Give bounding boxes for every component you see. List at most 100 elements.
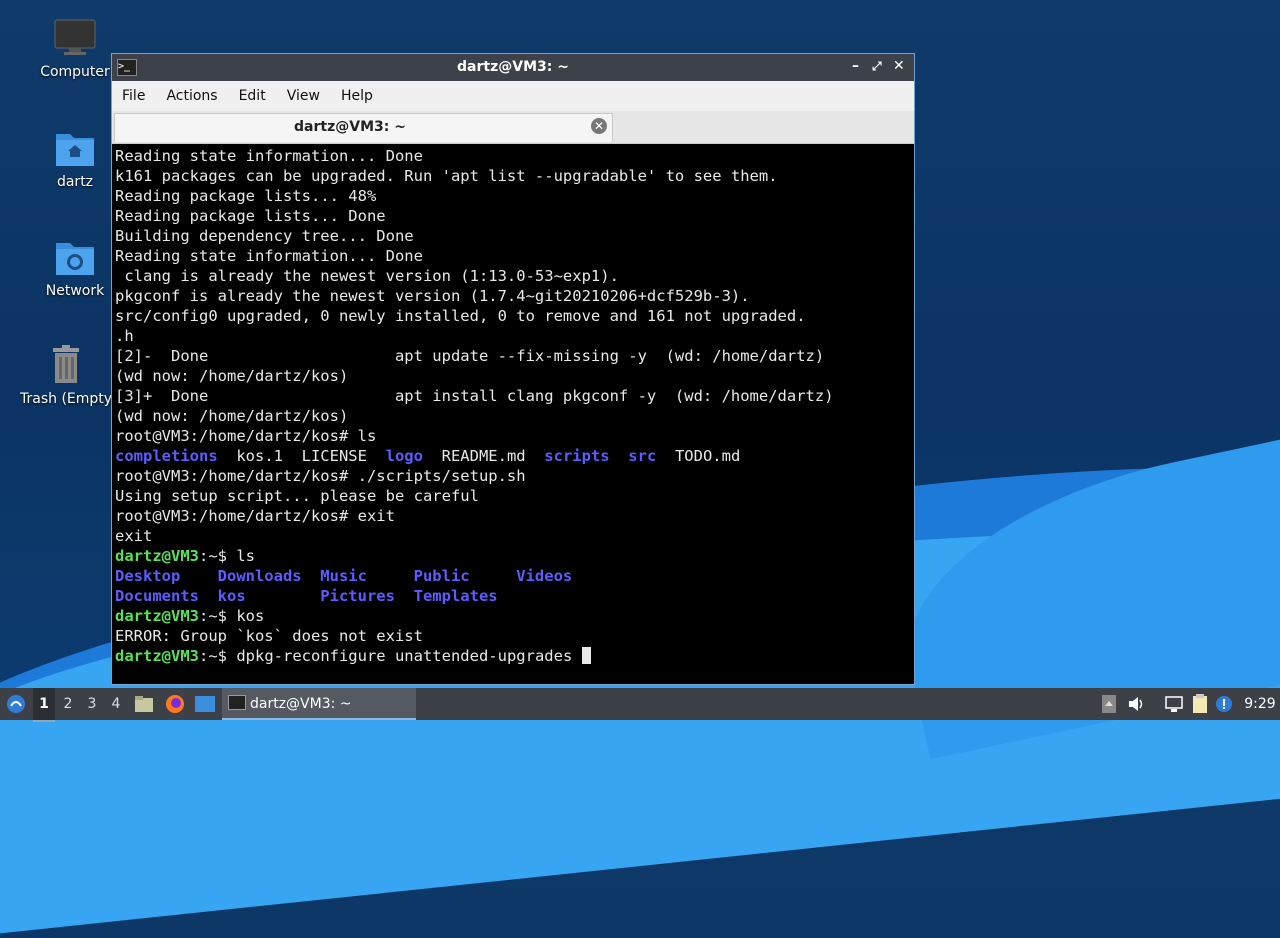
terminal-text: clang is already the newest version (1:1… (115, 267, 619, 285)
terminal-line: completions kos.1 LICENSE logo README.md… (115, 446, 914, 466)
terminal-line: dartz@VM3:~$ dpkg-reconfigure unattended… (115, 646, 914, 666)
desktop-icon-home[interactable]: dartz (25, 128, 125, 190)
text-cursor (581, 647, 591, 664)
error-message: ERROR: Group `kos` does not exist (115, 627, 423, 645)
desktop-icon-network[interactable]: Network (25, 237, 125, 299)
menu-bar: File Actions Edit View Help (112, 81, 914, 111)
desktop-icon-label: dartz (56, 174, 94, 190)
workspace-2[interactable]: 2 (57, 688, 79, 720)
close-button[interactable]: ✕ (893, 58, 905, 74)
menu-actions[interactable]: Actions (166, 88, 217, 104)
terminal-text: (wd now: /home/dartz/kos) (115, 367, 349, 385)
prompt-path: :~$ (199, 607, 237, 625)
desktop-icon-computer[interactable]: Computer (25, 18, 125, 80)
command-text: ls (236, 547, 255, 565)
terminal-text: root@VM3:/home/dartz/kos# ls (115, 427, 377, 445)
file-entry (610, 447, 629, 465)
maximize-button[interactable]: ⤢ (872, 59, 882, 74)
directory-listing: Documents kos Pictures Templates (115, 587, 498, 605)
file-manager-icon[interactable] (134, 688, 154, 720)
clock[interactable]: 9:29 (1240, 688, 1280, 720)
minimize-button[interactable]: – (852, 58, 859, 74)
terminal-text: [2]- Done apt update --fix-missing -y (w… (115, 347, 825, 365)
directory-entry: completions (115, 447, 218, 465)
app-menu-icon[interactable] (4, 688, 28, 720)
network-icon[interactable] (1164, 694, 1184, 714)
network-folder-icon (54, 237, 96, 277)
terminal-text: Reading package lists... Done (115, 207, 386, 225)
file-entry: TODO.md (656, 447, 741, 465)
terminal-line: Building dependency tree... Done (115, 226, 914, 246)
terminal-text: pkgconf is already the newest version (1… (115, 287, 750, 305)
terminal-line: Reading package lists... 48% (115, 186, 914, 206)
terminal-line: dartz@VM3:~$ kos (115, 606, 914, 626)
terminal-line: dartz@VM3:~$ ls (115, 546, 914, 566)
terminal-text: .h (115, 327, 134, 345)
desktop-icon-label: Network (45, 283, 105, 299)
terminal-task-icon (228, 695, 246, 710)
terminal-text: (wd now: /home/dartz/kos) (115, 407, 349, 425)
home-folder-icon (54, 128, 96, 168)
terminal-text: exit (115, 527, 153, 545)
trash-icon (45, 345, 87, 385)
terminal-line: Reading state information... Done (115, 146, 914, 166)
terminal-text: Reading state information... Done (115, 247, 423, 265)
taskbar: 1 2 3 4 dartz@VM3: ~ 9:29 (0, 688, 1280, 722)
menu-view[interactable]: View (287, 88, 320, 104)
prompt-path: :~$ (199, 647, 237, 665)
file-entry: kos.1 LICENSE (217, 447, 386, 465)
tab-bar: dartz@VM3: ~ ✕ (112, 111, 914, 144)
desktop-icon-trash[interactable]: Trash (Empty) (20, 345, 111, 407)
terminal-line: Using setup script... please be careful (115, 486, 914, 506)
taskbar-window-label: dartz@VM3: ~ (250, 696, 352, 712)
terminal-text: root@VM3:/home/dartz/kos# exit (115, 507, 395, 525)
clipboard-icon[interactable] (1190, 694, 1210, 714)
terminal-output[interactable]: Reading state information... Done k161 pa… (114, 146, 914, 684)
menu-help[interactable]: Help (341, 88, 373, 104)
desktop-icon-label: Computer (40, 64, 110, 80)
terminal-line: Reading package lists... Done (115, 206, 914, 226)
prompt-path: :~$ (199, 547, 237, 565)
update-notifier-icon[interactable] (1214, 694, 1234, 714)
monitor-icon (54, 18, 96, 58)
terminal-line: root@VM3:/home/dartz/kos# exit (115, 506, 914, 526)
terminal-line: k161 packages can be upgraded. Run 'apt … (115, 166, 914, 186)
terminal-line: [3]+ Done apt install clang pkgconf -y (… (115, 386, 914, 406)
taskbar-window-terminal[interactable]: dartz@VM3: ~ (222, 688, 416, 720)
terminal-line: exit (115, 526, 914, 546)
terminal-line: .h (115, 326, 914, 346)
tab-close-icon[interactable]: ✕ (591, 118, 607, 134)
terminal-text: Building dependency tree... Done (115, 227, 414, 245)
terminal-text: root@VM3:/home/dartz/kos# ./scripts/setu… (115, 467, 526, 485)
terminal-line: pkgconf is already the newest version (1… (115, 286, 914, 306)
terminal-line: root@VM3:/home/dartz/kos# ls (115, 426, 914, 446)
workspace-1[interactable]: 1 (33, 688, 55, 722)
command-text: kos (236, 607, 265, 625)
terminal-line: Documents kos Pictures Templates (115, 586, 914, 606)
terminal-window: >_ dartz@VM3: ~ – ⤢ ✕ File Actions Edit … (111, 53, 915, 685)
firefox-icon[interactable] (164, 688, 186, 720)
directory-entry: src (628, 447, 657, 465)
desktop-icon-label: Trash (Empty) (20, 391, 111, 407)
command-text: dpkg-reconfigure unattended-upgrades (236, 647, 582, 665)
terminal-line: (wd now: /home/dartz/kos) (115, 366, 914, 386)
volume-icon[interactable] (1126, 694, 1146, 714)
menu-file[interactable]: File (122, 88, 145, 104)
terminal-text: Reading state information... Done (115, 147, 423, 165)
directory-entry: logo (385, 447, 423, 465)
prompt-user-host: dartz@VM3 (115, 547, 199, 565)
workspace-4[interactable]: 4 (105, 688, 127, 720)
tab-label: dartz@VM3: ~ (294, 119, 406, 135)
terminal-text: Reading package lists... 48% (115, 187, 377, 205)
tab-terminal[interactable]: dartz@VM3: ~ ✕ (114, 113, 613, 142)
terminal-text: Using setup script... please be careful (115, 487, 479, 505)
terminal-line: [2]- Done apt update --fix-missing -y (w… (115, 346, 914, 366)
notification-area-icon[interactable] (1099, 694, 1119, 714)
terminal-text: [3]+ Done apt install clang pkgconf -y (… (115, 387, 834, 405)
workspace-3[interactable]: 3 (81, 688, 103, 720)
window-titlebar[interactable]: >_ dartz@VM3: ~ – ⤢ ✕ (112, 54, 914, 81)
desktop-show-icon[interactable] (194, 688, 216, 720)
file-entry: README.md (422, 447, 545, 465)
directory-listing: Desktop Downloads Music Public Videos (115, 567, 573, 585)
menu-edit[interactable]: Edit (239, 88, 266, 104)
